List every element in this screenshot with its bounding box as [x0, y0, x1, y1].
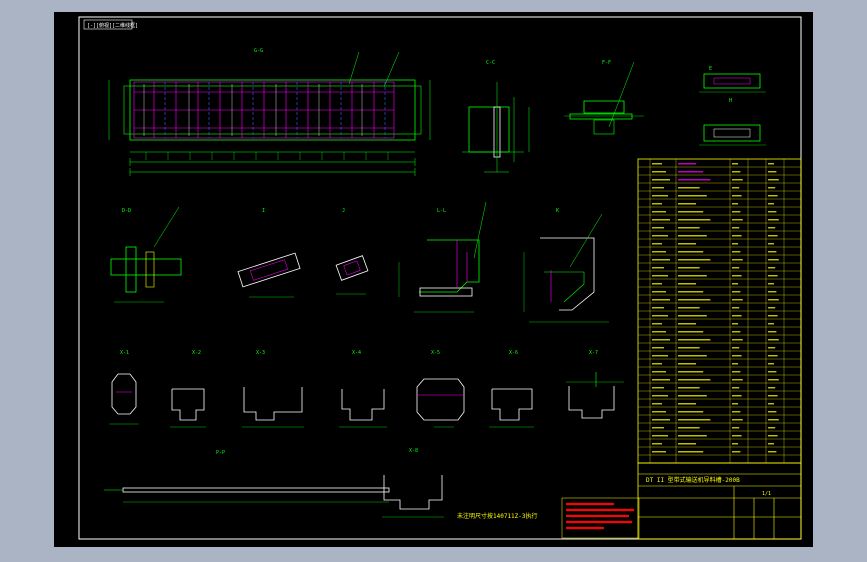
parts-list-table: [637, 158, 802, 464]
view-label-k: K: [556, 208, 559, 214]
general-note: 未注明尺寸按140711Z-3执行: [457, 512, 538, 520]
view-label-x5: X-5: [431, 350, 440, 356]
profile-x8: X-8: [382, 448, 444, 518]
view-label-x6: X-6: [509, 350, 518, 356]
view-h: H: [699, 98, 766, 146]
view-label-e: E: [709, 66, 712, 72]
drawing-title: DT II 型带式输送机导料槽-200B: [646, 476, 740, 484]
cad-viewport[interactable]: [-][俯视][二维线框] G-G C-C F-F E H D-D I J L-…: [54, 12, 813, 547]
view-label-x7: X-7: [589, 350, 598, 356]
view-label-d-d: D-D: [122, 208, 131, 214]
view-label-f-f: F-F: [602, 60, 611, 66]
view-label-l-l: L-L: [437, 208, 446, 214]
view-label-i: I: [262, 208, 265, 214]
view-label-x8: X-8: [409, 448, 418, 454]
section-p-p: P-P: [104, 450, 390, 503]
title-block: DT II 型带式输送机导料槽-200B 1/1: [637, 462, 802, 540]
cad-drawing: [-][俯视][二维线框] G-G C-C F-F E H D-D I J L-…: [78, 16, 802, 540]
view-label-x3: X-3: [256, 350, 265, 356]
profile-x1: X-1: [109, 350, 139, 425]
section-d-d: D-D: [110, 206, 182, 303]
view-label-top-plan: G-G: [254, 48, 263, 54]
view-label-x4: X-4: [352, 350, 361, 356]
sheet-number: 1/1: [762, 491, 771, 497]
profile-x4: X-4: [339, 350, 387, 428]
view-label-j: J: [342, 208, 345, 214]
view-label-x2: X-2: [192, 350, 201, 356]
view-label-c-c: C-C: [486, 60, 495, 66]
view-j: J: [335, 208, 369, 295]
profile-x6: X-6: [489, 350, 534, 428]
section-f-f: F-F: [564, 60, 644, 135]
section-l-l: L-L: [398, 201, 487, 313]
profile-x7: X-7: [566, 350, 624, 419]
section-c-c: C-C: [462, 60, 530, 173]
revision-notes: [561, 497, 640, 539]
section-k: K: [523, 208, 609, 323]
top-plan-view: G-G: [108, 48, 431, 176]
profile-x3: X-3: [242, 350, 304, 428]
drawing-border: [78, 16, 802, 540]
profile-x5: X-5: [416, 350, 465, 428]
view-label-x1: X-1: [120, 350, 129, 356]
view-i: I: [237, 208, 301, 298]
profile-x2: X-2: [170, 350, 206, 428]
view-e: E: [699, 66, 766, 93]
view-label-h: H: [729, 98, 732, 104]
view-label-p-p: P-P: [216, 450, 225, 456]
viewport-control-label[interactable]: [-][俯视][二维线框]: [87, 22, 138, 29]
